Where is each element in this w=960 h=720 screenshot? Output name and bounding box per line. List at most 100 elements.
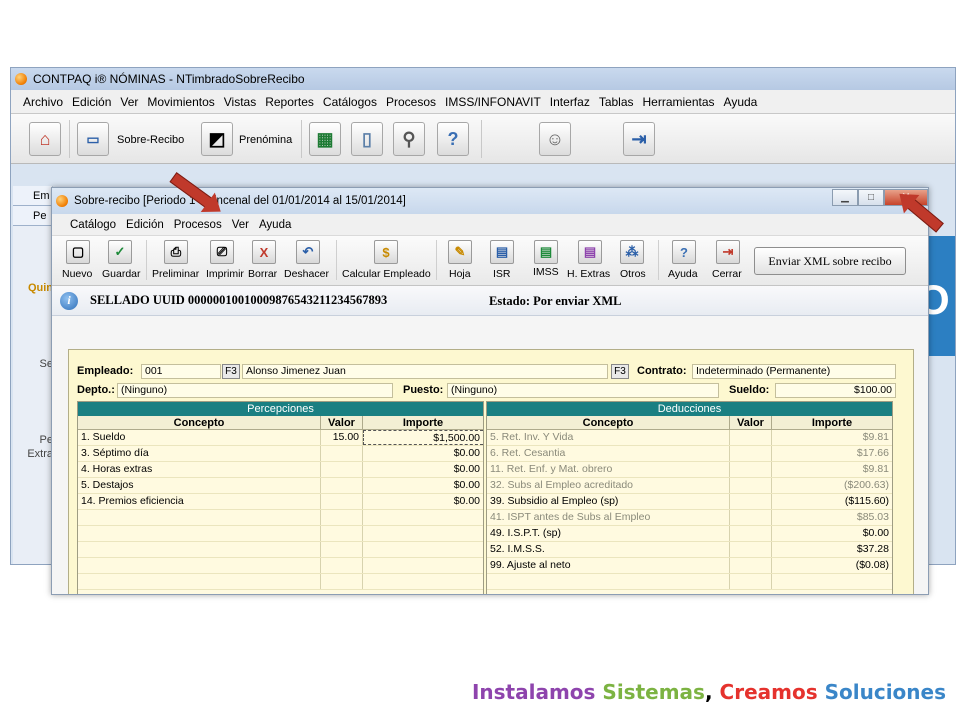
left-item-quincenal[interactable]: Quin [13,282,53,294]
cell-valor[interactable] [730,510,772,525]
cell-importe[interactable]: $0.00 [363,478,483,493]
cell-importe[interactable]: $9.81 [772,430,892,445]
menu-imss-infonavit[interactable]: IMSS/INFONAVIT [445,95,541,109]
f3-empleado-button[interactable]: F3 [222,364,240,379]
table-row[interactable]: 49. I.S.P.T. (sp) $0.00 [487,526,892,542]
puesto-field[interactable]: (Ninguno) [447,383,719,398]
cell-concepto[interactable]: 1. Sueldo [78,430,321,445]
left-tab-empleados[interactable]: Em [13,186,52,206]
cell-valor[interactable] [321,494,363,509]
horas-extras-button[interactable]: H. Extras [567,268,610,280]
table-row[interactable]: 99. Ajuste al neto ($0.08) [487,558,892,574]
cell-importe[interactable] [363,574,483,589]
cell-importe[interactable]: ($115.60) [772,494,892,509]
cell-valor[interactable] [321,462,363,477]
menu-tablas[interactable]: Tablas [599,95,634,109]
table-row[interactable]: 14. Premios eficiencia $0.00 [78,494,483,510]
isr-icon[interactable]: ▤ [490,240,514,264]
depto-field[interactable]: (Ninguno) [117,383,393,398]
cell-concepto[interactable]: 39. Subsidio al Empleo (sp) [487,494,730,509]
others-icon[interactable]: ⁂ [620,240,644,264]
imss-button[interactable]: IMSS [533,266,559,278]
cell-concepto[interactable]: 3. Séptimo día [78,446,321,461]
menu-procesos[interactable]: Procesos [386,95,436,109]
cell-importe[interactable]: $9.81 [772,462,892,477]
minimize-icon[interactable]: ▁ [832,189,858,206]
menu-ver[interactable]: Ver [232,219,249,231]
table-row[interactable]: 1. Sueldo 15.00 $1,500.00 [78,430,483,446]
table-row[interactable] [78,574,483,590]
cell-valor[interactable] [730,494,772,509]
cell-concepto[interactable]: 32. Subs al Empleo acreditado [487,478,730,493]
new-document-icon[interactable]: ▢ [66,240,90,264]
cell-importe[interactable]: $37.28 [772,542,892,557]
printer-icon[interactable]: ⎚ [210,240,234,264]
cell-concepto[interactable]: 5. Ret. Inv. Y Vida [487,430,730,445]
cell-importe[interactable] [772,574,892,589]
imprimir-button[interactable]: Imprimir [206,268,244,280]
checkmark-icon[interactable]: ✓ [108,240,132,264]
cell-importe[interactable] [363,510,483,525]
exit-icon[interactable]: ⇥ [623,122,655,156]
cell-valor[interactable] [321,478,363,493]
cell-concepto[interactable]: 11. Ret. Enf. y Mat. obrero [487,462,730,477]
borrar-button[interactable]: Borrar [248,268,277,280]
left-tab-periodos[interactable]: Pe [13,206,52,226]
menu-vistas[interactable]: Vistas [224,95,256,109]
table-row[interactable]: 6. Ret. Cesantia $17.66 [487,446,892,462]
cell-concepto[interactable] [78,574,321,589]
cell-valor[interactable] [730,526,772,541]
sueldo-field[interactable]: $100.00 [775,383,896,398]
deshacer-button[interactable]: Deshacer [284,268,329,280]
cell-valor[interactable] [321,558,363,573]
cell-importe[interactable]: $85.03 [772,510,892,525]
prenomina-icon[interactable]: ◩ [201,122,233,156]
cell-concepto[interactable] [78,526,321,541]
cell-valor[interactable] [321,542,363,557]
cell-concepto[interactable]: 52. I.M.S.S. [487,542,730,557]
cell-importe[interactable]: $0.00 [772,526,892,541]
left-item-pe[interactable]: Pe [13,434,53,446]
cell-importe[interactable]: $17.66 [772,446,892,461]
table-row[interactable]: 11. Ret. Enf. y Mat. obrero $9.81 [487,462,892,478]
cell-importe[interactable]: ($200.63) [772,478,892,493]
cell-concepto[interactable]: 14. Premios eficiencia [78,494,321,509]
ayuda-button[interactable]: Ayuda [668,268,698,280]
home-icon[interactable]: ⌂ [29,122,61,156]
table-row[interactable]: 52. I.M.S.S. $37.28 [487,542,892,558]
menu-movimientos[interactable]: Movimientos [147,95,214,109]
cell-importe[interactable]: $0.00 [363,446,483,461]
table-row[interactable]: 4. Horas extras $0.00 [78,462,483,478]
menu-catalogos[interactable]: Catálogos [323,95,377,109]
menu-herramientas[interactable]: Herramientas [643,95,715,109]
undo-icon[interactable]: ↶ [296,240,320,264]
exit-icon[interactable]: ⇥ [716,240,740,264]
table-row[interactable] [78,542,483,558]
table-row[interactable]: 39. Subsidio al Empleo (sp) ($115.60) [487,494,892,510]
cell-valor[interactable] [730,478,772,493]
menu-ayuda[interactable]: Ayuda [259,219,291,231]
cell-concepto[interactable] [78,558,321,573]
cell-importe[interactable]: ($0.08) [772,558,892,573]
isr-button[interactable]: ISR [493,268,511,280]
empleado-name-field[interactable]: Alonso Jimenez Juan [242,364,608,379]
menu-interfaz[interactable]: Interfaz [550,95,590,109]
guardar-button[interactable]: Guardar [102,268,141,280]
search-icon[interactable]: ⚲ [393,122,425,156]
panel-icon[interactable]: ▯ [351,122,383,156]
cell-valor[interactable] [730,446,772,461]
table-row[interactable] [78,510,483,526]
table-row[interactable]: 3. Séptimo día $0.00 [78,446,483,462]
cell-concepto[interactable]: 4. Horas extras [78,462,321,477]
table-row[interactable] [78,526,483,542]
table-row[interactable]: 5. Ret. Inv. Y Vida $9.81 [487,430,892,446]
cell-valor[interactable] [321,574,363,589]
cell-valor[interactable] [321,510,363,525]
left-item-se[interactable]: Se [13,358,53,370]
user-icon[interactable]: ☺ [539,122,571,156]
cell-concepto[interactable]: 5. Destajos [78,478,321,493]
menu-edicion[interactable]: Edición [126,219,164,231]
enviar-xml-button[interactable]: Enviar XML sobre recibo [754,247,906,275]
cerrar-button[interactable]: Cerrar [712,268,742,280]
menu-edicion[interactable]: Edición [72,95,111,109]
